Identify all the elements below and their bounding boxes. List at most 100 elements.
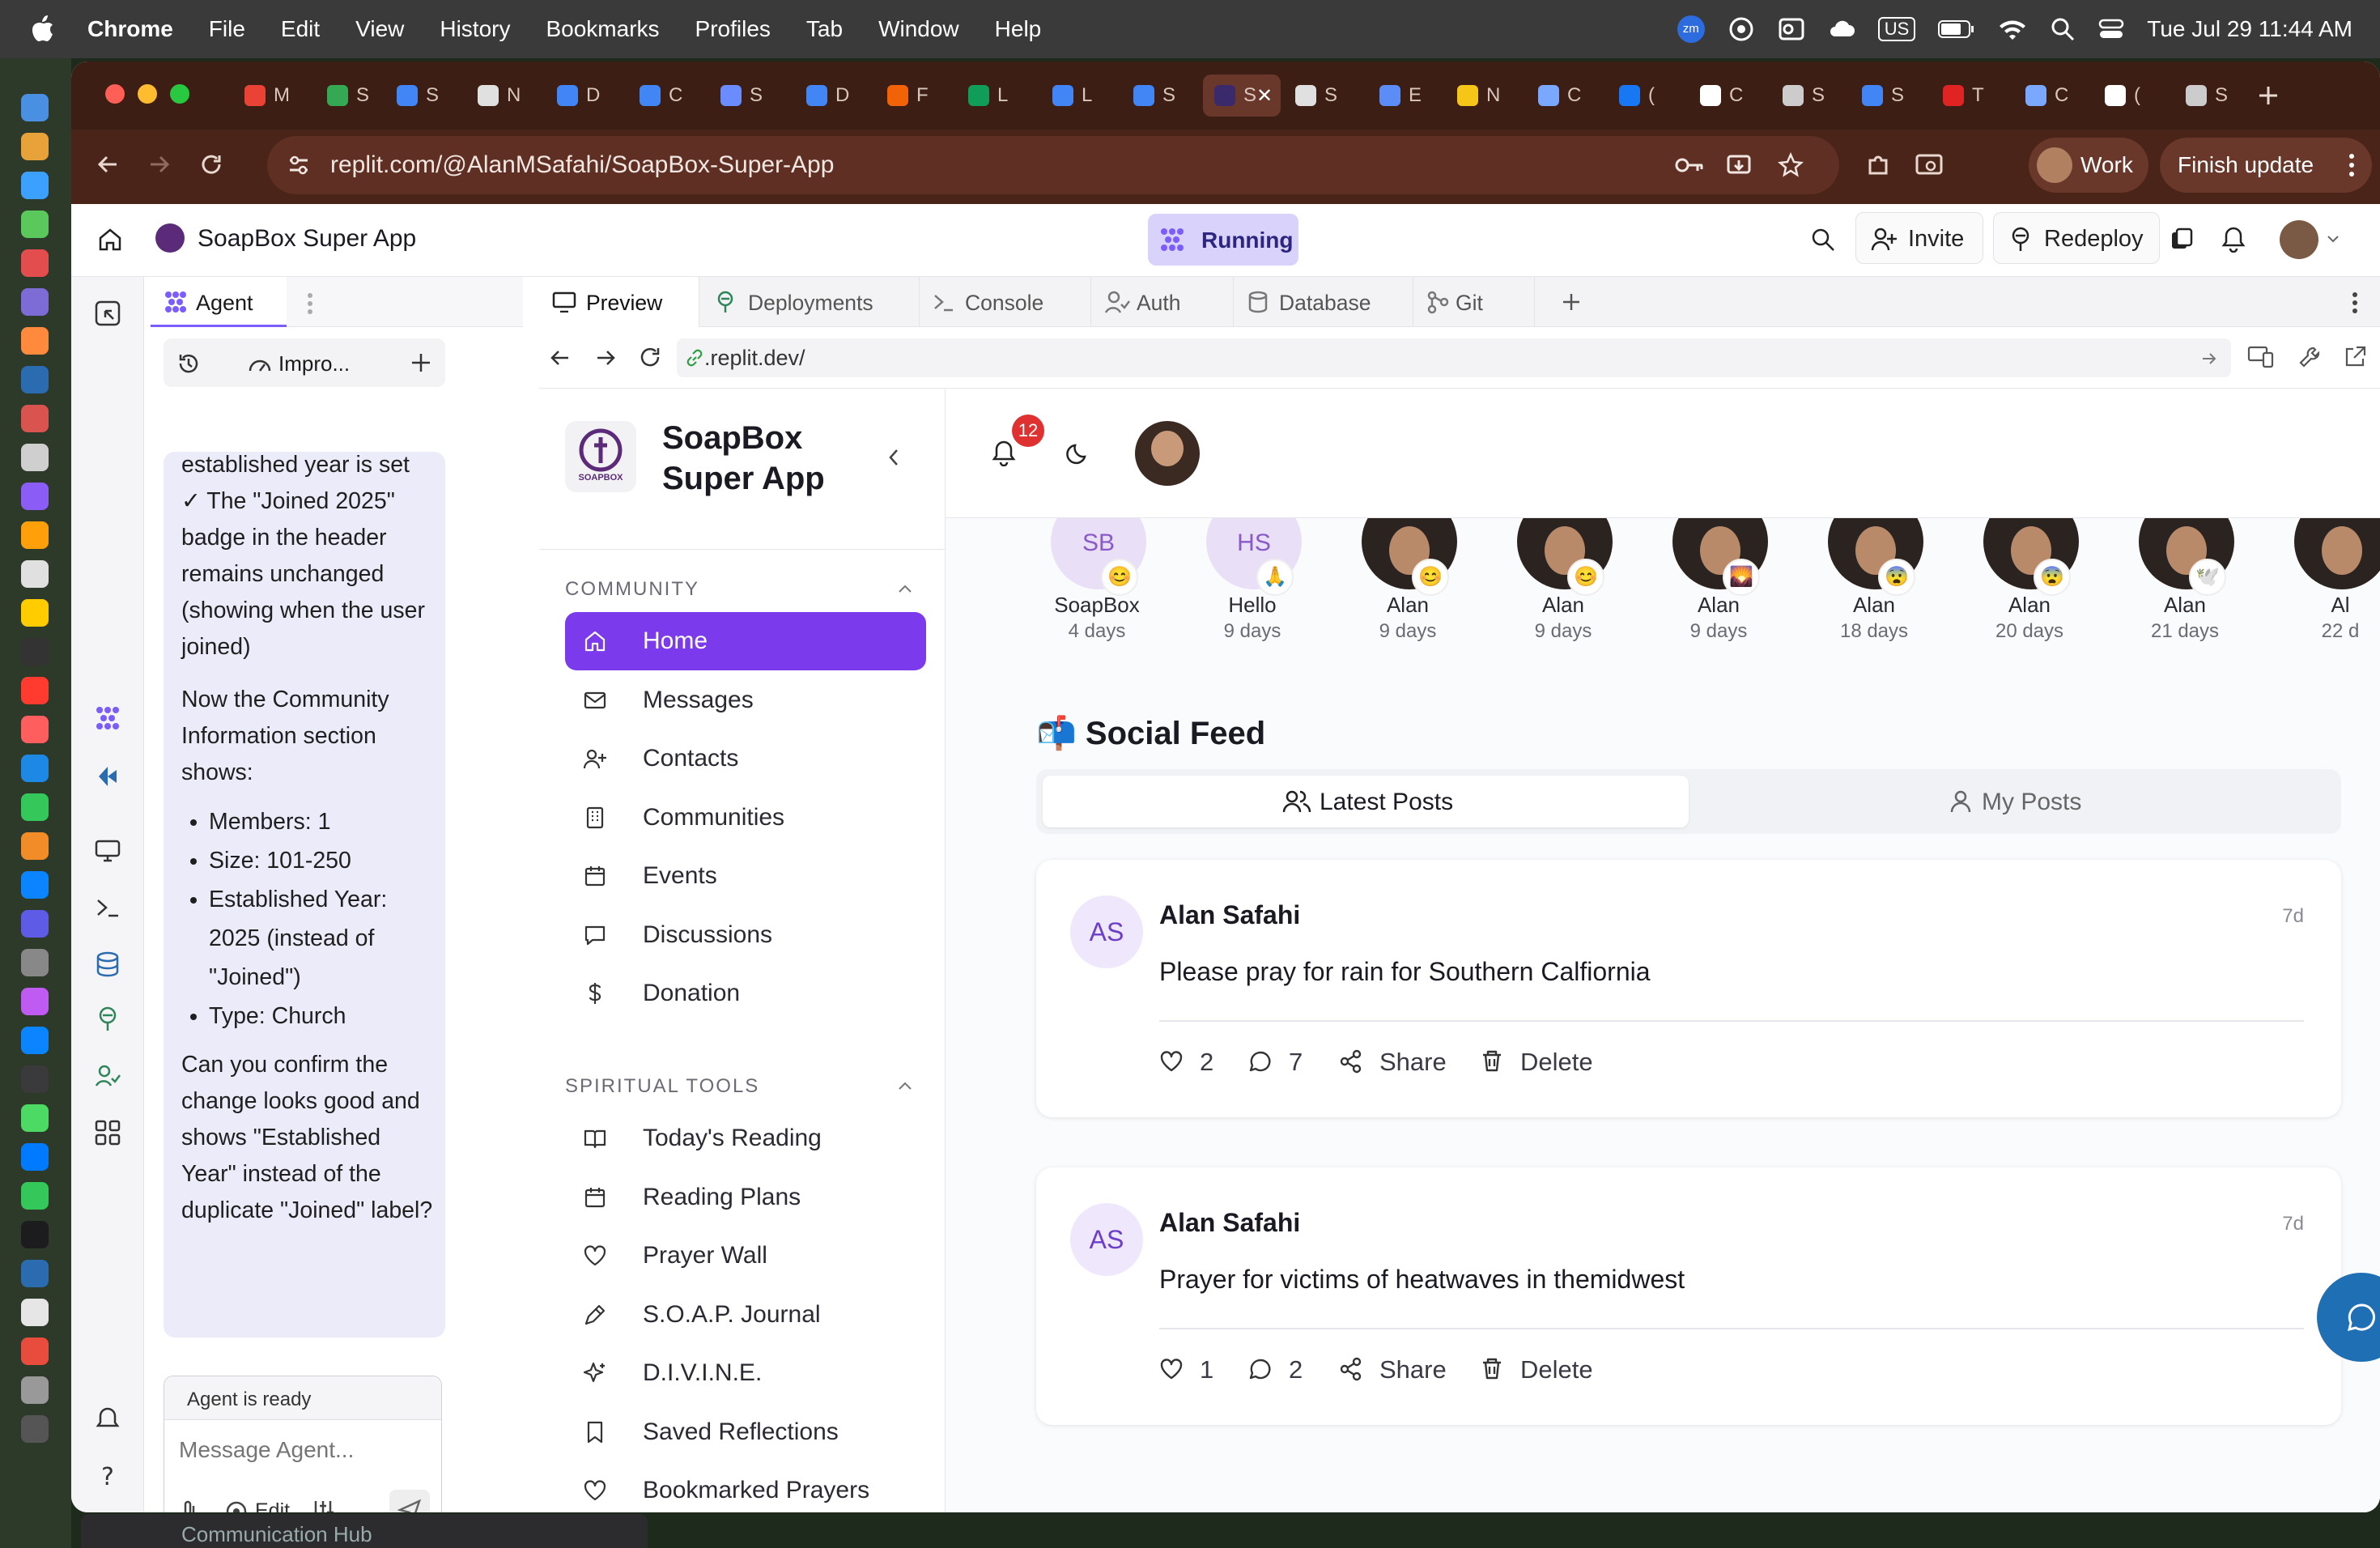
menubar-clock[interactable]: Tue Jul 29 11:44 AM (2147, 16, 2352, 42)
dock-app-icon[interactable] (21, 1182, 49, 1210)
dock-app-icon[interactable] (21, 832, 49, 860)
devices-icon[interactable] (2247, 345, 2275, 369)
story-item[interactable]: HS 🙏 Hello 9 days (1192, 518, 1313, 656)
install-app-icon[interactable] (1726, 152, 1752, 178)
sidebar-item-d-i-v-i-n-e[interactable]: D.I.V.I.N.E. (565, 1344, 926, 1402)
menu-file[interactable]: File (209, 16, 245, 42)
nav-section-header[interactable]: COMMUNITY (565, 578, 699, 601)
cloud-status-icon[interactable] (1828, 15, 1855, 43)
menu-window[interactable]: Window (878, 16, 959, 42)
post-author[interactable]: Alan Safahi (1159, 1208, 1300, 1238)
dock-app-icon[interactable] (21, 1260, 49, 1287)
story-item[interactable]: Al 22 d (2280, 518, 2380, 656)
open-new-window-icon[interactable] (2343, 345, 2367, 369)
menu-profiles[interactable]: Profiles (695, 16, 771, 42)
tab-auth[interactable]: Auth (1091, 277, 1234, 327)
sidebar-item-reading-plans[interactable]: Reading Plans (565, 1168, 926, 1227)
dock-app-icon[interactable] (21, 1337, 49, 1365)
dock-app-icon[interactable] (21, 444, 49, 471)
browser-tab[interactable]: N (1446, 74, 1524, 117)
menu-edit[interactable]: Edit (281, 16, 320, 42)
agent-rail-icon[interactable] (94, 704, 121, 732)
site-settings-icon[interactable] (287, 154, 311, 176)
sidebar-item-s-o-a-p-journal[interactable]: S.O.A.P. Journal (565, 1286, 926, 1344)
browser-tab[interactable]: S (316, 74, 393, 117)
story-item[interactable]: SB 😊 SoapBox 4 days (1036, 518, 1158, 656)
dock-app-icon[interactable] (21, 1376, 49, 1404)
edit-button[interactable]: Edit (255, 1499, 290, 1512)
invite-button[interactable]: Invite (1855, 212, 1983, 264)
nav-section-header[interactable]: SPIRITUAL TOOLS (565, 1075, 759, 1098)
all-tools-icon[interactable] (94, 1119, 121, 1146)
profile-avatar[interactable] (1135, 421, 1200, 486)
tab-deployments[interactable]: Deployments (699, 277, 920, 327)
dock-app-icon[interactable] (21, 1104, 49, 1132)
sidebar-item-prayer-wall[interactable]: Prayer Wall (565, 1227, 926, 1285)
dock-app-icon[interactable] (21, 599, 49, 627)
browser-tab-active[interactable]: S ✕ (1203, 74, 1281, 117)
dock-app-icon[interactable] (21, 755, 49, 782)
tab-my-posts[interactable]: My Posts (1689, 776, 2335, 827)
input-source-indicator[interactable]: US (1877, 17, 1916, 41)
project-name[interactable]: SoapBox Super App (198, 225, 416, 253)
menu-history[interactable]: History (440, 16, 510, 42)
send-button[interactable] (389, 1490, 430, 1512)
dock-app-icon[interactable] (21, 288, 49, 316)
dock-app-icon[interactable] (21, 1065, 49, 1093)
menu-tab[interactable]: Tab (806, 16, 843, 42)
battery-icon[interactable] (1938, 19, 1975, 40)
dock-app-icon[interactable] (21, 638, 49, 666)
home-icon[interactable] (97, 227, 123, 253)
notification-bell-icon[interactable] (991, 439, 1017, 466)
sidebar-item-today-s-reading[interactable]: Today's Reading (565, 1109, 926, 1167)
story-item[interactable]: 😨 Alan 20 days (1969, 518, 2090, 656)
extensions-icon[interactable] (1865, 152, 1891, 178)
dock-app-icon[interactable] (21, 366, 49, 393)
tab-search-icon[interactable] (1915, 152, 1944, 178)
help-icon[interactable]: ? (94, 1462, 121, 1490)
menu-help[interactable]: Help (995, 16, 1042, 42)
browser-tab[interactable]: F (876, 74, 954, 117)
preview-url-field[interactable]: .replit.dev/ (677, 338, 2231, 377)
collapse-sidebar-icon[interactable] (886, 447, 902, 468)
dock-app-icon[interactable] (21, 172, 49, 199)
sidebar-item-discussions[interactable]: Discussions (565, 906, 926, 964)
dock-app-icon[interactable] (21, 211, 49, 238)
agent-mode-label[interactable]: Impro... (278, 351, 350, 376)
zoom-window-button[interactable] (170, 84, 189, 104)
tab-latest-posts[interactable]: Latest Posts (1043, 776, 1689, 827)
sidebar-item-home[interactable]: Home (565, 612, 926, 670)
tab-git[interactable]: Git (1413, 277, 1535, 327)
assistant-rail-icon[interactable] (94, 763, 121, 790)
speed-icon[interactable] (248, 353, 272, 374)
target-icon[interactable] (224, 1499, 249, 1512)
browser-tab[interactable]: C (628, 74, 706, 117)
notifications-bell-icon[interactable] (2221, 225, 2246, 253)
location-status-icon[interactable] (1728, 15, 1755, 43)
dark-mode-moon-icon[interactable] (1065, 440, 1091, 466)
dock-app-icon[interactable] (21, 1221, 49, 1248)
menu-app-name[interactable]: Chrome (87, 16, 173, 42)
story-item[interactable]: 🕊️ Alan 21 days (2124, 518, 2246, 656)
browser-tab[interactable]: E (1368, 74, 1446, 117)
dock-app-icon[interactable] (21, 988, 49, 1015)
drag-handle-icon[interactable] (306, 291, 314, 316)
dock-app-icon[interactable] (21, 1415, 49, 1443)
profile-button[interactable]: Work (2029, 138, 2148, 193)
browser-tab[interactable]: S (709, 74, 787, 117)
browser-tab[interactable]: S (1851, 74, 1928, 117)
sidebar-item-donation[interactable]: Donation (565, 964, 926, 1023)
auth-rail-icon[interactable] (94, 1062, 121, 1090)
background-window[interactable]: Communication Hub (81, 1514, 648, 1548)
dock-app-icon[interactable] (21, 949, 49, 976)
browser-tab[interactable]: L (1041, 74, 1119, 117)
more-vert-icon[interactable] (2348, 152, 2356, 178)
chevron-down-icon[interactable] (2327, 235, 2340, 245)
layers-icon[interactable] (2170, 227, 2194, 251)
sidebar-item-bookmarked-prayers[interactable]: Bookmarked Prayers (565, 1461, 926, 1512)
new-chat-icon[interactable] (410, 351, 432, 374)
user-avatar[interactable] (2280, 220, 2318, 259)
browser-tab[interactable]: ( (1608, 74, 1685, 117)
chevron-up-icon[interactable] (897, 583, 913, 594)
dock-app-icon[interactable] (21, 1299, 49, 1326)
